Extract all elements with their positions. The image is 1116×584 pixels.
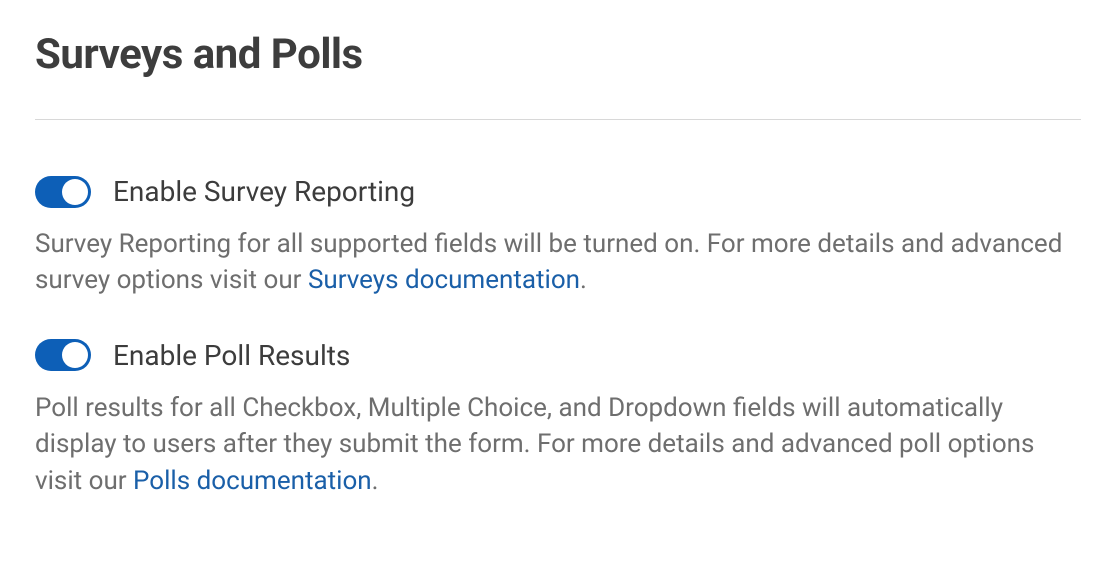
toggle-knob-icon <box>62 179 88 205</box>
setting-poll-results: Enable Poll Results Poll results for all… <box>35 339 1081 499</box>
toggle-enable-poll-results[interactable] <box>35 339 91 371</box>
setting-label: Enable Poll Results <box>113 339 350 372</box>
setting-header: Enable Poll Results <box>35 339 1081 372</box>
description-text-post: . <box>372 466 379 496</box>
section-divider <box>35 119 1081 120</box>
setting-description: Poll results for all Checkbox, Multiple … <box>35 390 1081 499</box>
setting-survey-reporting: Enable Survey Reporting Survey Reporting… <box>35 175 1081 299</box>
section-title: Surveys and Polls <box>35 30 1081 79</box>
toggle-knob-icon <box>62 342 88 368</box>
setting-description: Survey Reporting for all supported field… <box>35 226 1081 299</box>
polls-documentation-link[interactable]: Polls documentation <box>133 466 372 496</box>
surveys-documentation-link[interactable]: Surveys documentation <box>308 265 580 295</box>
setting-header: Enable Survey Reporting <box>35 175 1081 208</box>
description-text-post: . <box>580 265 587 295</box>
setting-label: Enable Survey Reporting <box>113 175 415 208</box>
toggle-enable-survey-reporting[interactable] <box>35 176 91 208</box>
